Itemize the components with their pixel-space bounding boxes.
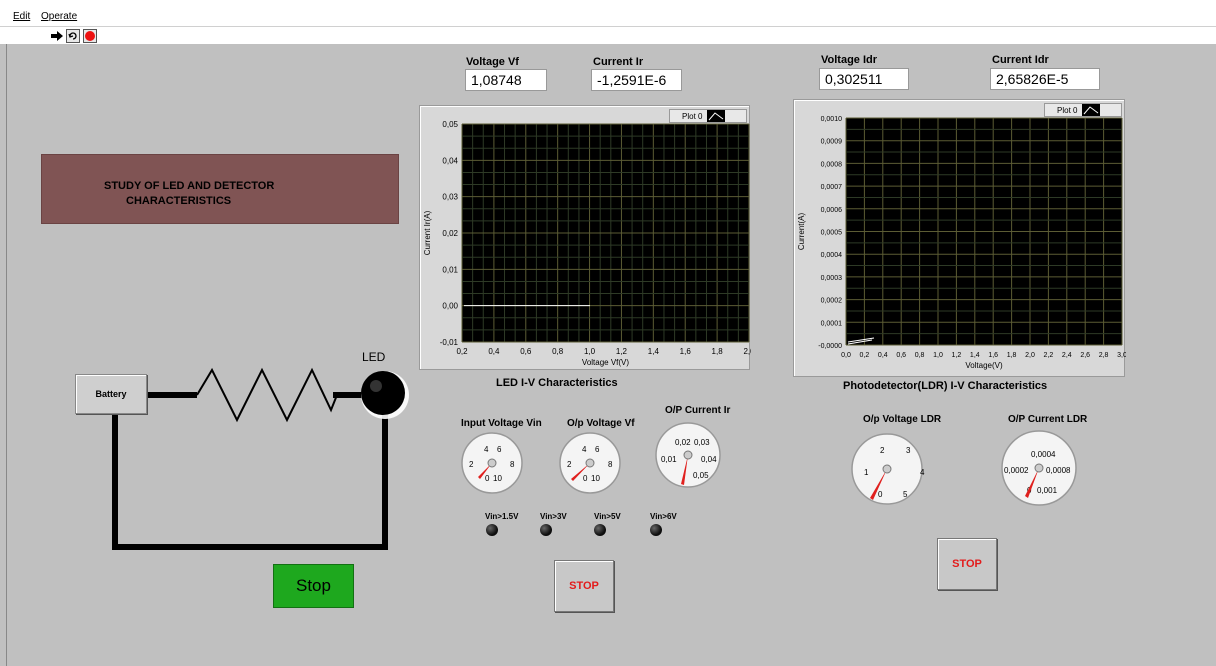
gauge-tick: 8 [608,460,613,469]
gauge-output-voltage-vf[interactable]: 4 6 2 8 0 10 [559,432,621,494]
gauge-tick: 0 [583,474,588,483]
led-bulb-icon [361,371,405,415]
led-indicator-vin-5 [594,524,606,536]
led-label: LED [362,350,386,364]
gauge-tick: 2 [567,460,572,469]
led-label-vin-5: Vin>5V [594,512,621,521]
gauge-tick: 0,03 [694,438,710,447]
gauge-tick: 0,0008 [1046,466,1071,475]
gauge-tick: 0,0004 [1031,450,1056,459]
led-indicator-vin-3 [540,524,552,536]
gauge-tick: 2 [880,446,885,455]
gauge-tick: 0,04 [701,455,717,464]
gauge-tick: 3 [906,446,911,455]
gauge-tick: 10 [493,474,502,483]
gauge-tick: 0,05 [693,471,709,480]
gauge-tick: 0,001 [1037,486,1058,495]
gauge-tick: 0,02 [675,438,691,447]
stop-button-ldr[interactable]: STOP [937,538,997,590]
gauge-tick: 0 [878,490,883,499]
led-label-vin-3: Vin>3V [540,512,567,521]
gauge-tick: 4 [920,468,925,477]
gauge-tick: 0,01 [661,455,677,464]
stop-button-green[interactable]: Stop [273,564,354,608]
gauge-tick: 0 [485,474,490,483]
stop-button-led[interactable]: STOP [554,560,614,612]
gauge-tick: 6 [497,445,502,454]
gauge-tick: 8 [510,460,515,469]
gauge-tick: 4 [484,445,489,454]
circuit-diagram [112,367,409,550]
gauge-tick: 6 [595,445,600,454]
led-indicator-vin-1-5 [486,524,498,536]
led-label-vin-1-5: Vin>1.5V [485,512,519,521]
led-label-vin-6: Vin>6V [650,512,677,521]
gauge-input-voltage-vin[interactable]: 4 6 2 8 0 10 [461,432,523,494]
gauge-tick: 4 [582,445,587,454]
gauge-output-current-ldr[interactable]: 0,0004 0,0002 0,0008 0 0,001 [1001,430,1077,506]
gauge-tick: 5 [903,490,908,499]
gauge-output-voltage-ldr[interactable]: 2 3 1 4 0 5 [851,433,925,505]
led-indicator-vin-6 [650,524,662,536]
gauge-tick: 0,0002 [1004,466,1029,475]
gauge-tick: 1 [864,468,869,477]
battery-button[interactable]: Battery [75,374,147,414]
gauge-tick: 2 [469,460,474,469]
gauge-output-current-ir[interactable]: 0,02 0,03 0,01 0,04 0,05 [655,422,721,488]
gauge-tick: 10 [591,474,600,483]
